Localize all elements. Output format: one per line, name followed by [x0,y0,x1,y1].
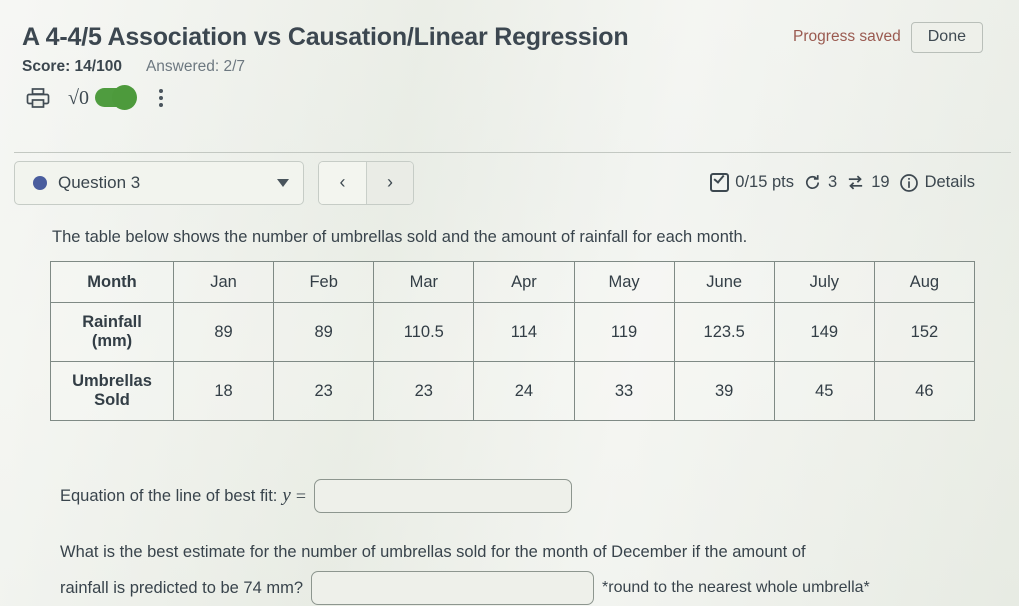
info-icon [899,173,918,192]
question-2: What is the best estimate for the number… [60,541,969,606]
question-selector-label: Question 3 [58,172,141,192]
shuffle-group: 19 [846,173,890,192]
header-toolbar: √0 [22,83,999,113]
kebab-menu-icon[interactable] [158,88,163,107]
question-status-dot [33,175,47,190]
table-row-umbrellas: Umbrellas Sold 18 23 23 24 33 39 45 46 [50,361,976,421]
points-group: 0/15 pts [710,173,794,192]
table-cell-rainfall: 89 [273,302,375,362]
table-cell-month: Aug [873,261,976,303]
question-selector[interactable]: Question 3 [14,160,304,205]
estimate-input[interactable] [311,571,595,606]
table-cell-rainfall: 119 [573,302,675,362]
table-cell-rainfall: 123.5 [673,302,775,362]
chevron-down-icon [277,178,289,187]
question-meta: 0/15 pts 3 19 Details [710,173,1005,193]
question-bar: Question 3 ‹ › 0/15 pts 3 19 Details [14,160,1005,205]
swap-icon [849,175,863,190]
equation-input[interactable] [314,479,572,513]
table-cell-umbrellas: 45 [773,361,875,421]
math-toggle-switch[interactable] [94,85,137,111]
sqrt-icon: √0 [68,86,89,109]
previous-question-button[interactable]: ‹ [319,161,366,204]
table-cell-rainfall: 149 [773,302,875,362]
equals-sign: = [295,485,306,506]
row-header-umbrellas: Umbrellas Sold [50,361,174,421]
shuffle-count: 19 [871,173,890,191]
table-cell-rainfall: 110.5 [373,302,475,362]
answer-section: Equation of the line of best fit: y = Wh… [50,479,969,606]
table-cell-umbrellas: 39 [673,361,775,421]
header-divider [14,152,1011,153]
table-cell-month: Apr [473,261,575,303]
title-row: A 4-4/5 Association vs Causation/Linear … [22,22,999,53]
print-icon[interactable] [26,87,50,109]
question-prompt: The table below shows the number of umbr… [52,228,748,246]
data-table: Month Jan Feb Mar Apr May June July Aug … [50,261,976,421]
page-title: A 4-4/5 Association vs Causation/Linear … [22,22,629,51]
table-cell-umbrellas: 46 [873,361,976,421]
header-actions: Progress saved Done [793,22,999,53]
table-row-months: Month Jan Feb Mar Apr May June July Aug [50,261,976,303]
question-2-text: rainfall is predicted to be 74 mm? [60,579,304,598]
table-cell-rainfall: 89 [172,302,275,362]
kebab-dot [158,88,163,93]
table-cell-umbrellas: 33 [573,361,675,421]
attempts-group: 3 [803,173,837,192]
table-cell-month: Mar [373,261,475,303]
table-cell-umbrellas: 23 [373,361,475,421]
attempts-count: 3 [828,173,838,191]
details-group[interactable]: Details [899,173,975,193]
page-header: A 4-4/5 Association vs Causation/Linear … [0,0,1019,113]
retry-icon [805,175,820,189]
table-cell-rainfall: 114 [473,302,575,362]
table-row-rainfall: Rainfall (mm) 89 89 110.5 114 119 123.5 1… [50,302,976,362]
done-button[interactable]: Done [910,22,983,53]
table-cell-month: Jan [172,261,275,303]
answered-text: Answered: 2/7 [145,57,246,75]
progress-saved-status: Progress saved [793,28,901,46]
kebab-dot [158,102,163,107]
table-cell-umbrellas: 24 [473,361,575,421]
table-cell-month: Feb [273,261,375,303]
question-2-line1: What is the best estimate for the number… [60,543,806,561]
details-label: Details [924,173,975,191]
next-question-button[interactable]: › [366,161,413,204]
equation-label: Equation of the line of best fit: [60,486,278,505]
score-row: Score: 14/100 Answered: 2/7 [22,58,999,76]
table-cell-month: June [673,261,775,303]
rounding-note: *round to the nearest whole umbrella* [602,579,870,597]
question-content: The table below shows the number of umbr… [0,228,1019,606]
question-2-line2: rainfall is predicted to be 74 mm? *roun… [60,571,969,606]
equation-variable: y [282,485,291,506]
table-cell-month: July [773,261,875,303]
question-nav-group: ‹ › [318,160,414,205]
math-input-toggle[interactable]: √0 [68,85,137,111]
row-header-rainfall: Rainfall (mm) [50,302,174,362]
points-text: 0/15 pts [735,173,795,191]
score-text: Score: 14/100 [22,57,122,75]
table-cell-rainfall: 152 [873,302,976,362]
equation-row: Equation of the line of best fit: y = [60,479,969,513]
table-cell-umbrellas: 23 [273,361,375,421]
checkbox-icon [710,173,730,192]
row-header-month: Month [50,261,174,303]
kebab-dot [158,95,163,100]
table-cell-month: May [573,261,675,303]
table-cell-umbrellas: 18 [172,361,275,421]
